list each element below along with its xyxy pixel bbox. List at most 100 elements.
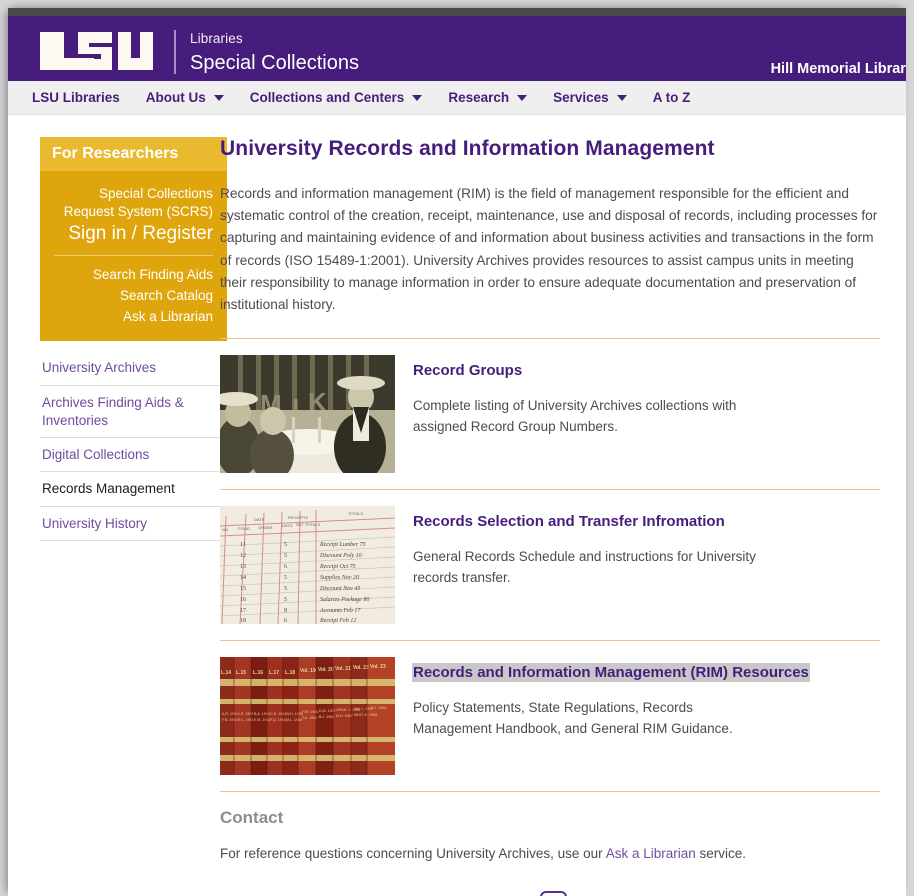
search-finding-aids-link[interactable]: Search Finding Aids bbox=[40, 264, 227, 285]
svg-text:Receipt Feb 12: Receipt Feb 12 bbox=[319, 618, 356, 624]
section-divider bbox=[220, 791, 880, 793]
svg-text:Accounts Feb 17: Accounts Feb 17 bbox=[319, 608, 361, 614]
sidebar-item-records-management[interactable]: Records Management bbox=[40, 472, 227, 507]
svg-text:11: 11 bbox=[240, 542, 246, 548]
card-body: Records Selection and Transfer Infromati… bbox=[413, 506, 773, 624]
card-title-records-selection-transfer[interactable]: Records Selection and Transfer Infromati… bbox=[413, 513, 725, 530]
nav-label: Collections and Centers bbox=[249, 90, 405, 105]
svg-text:6: 6 bbox=[284, 618, 287, 624]
svg-text:5: 5 bbox=[284, 542, 287, 548]
svg-text:ORDER: ORDER bbox=[258, 525, 273, 530]
svg-text:RECEIPTS: RECEIPTS bbox=[288, 515, 308, 520]
svg-text:A.R. 1951: A.R. 1951 bbox=[222, 712, 238, 716]
svg-text:5: 5 bbox=[284, 597, 287, 603]
main-column: University Records and Information Manag… bbox=[208, 115, 906, 896]
nav-item-services[interactable]: Services bbox=[553, 90, 627, 105]
resource-card: MIK Record Groups Complete listing of Un… bbox=[220, 355, 880, 475]
svg-text:B.J. 1966: B.J. 1966 bbox=[319, 715, 334, 719]
scrs-subtitle: Special Collections Request System (SCRS… bbox=[40, 171, 227, 221]
svg-text:5: 5 bbox=[284, 586, 287, 592]
search-catalog-link[interactable]: Search Catalog bbox=[40, 285, 227, 306]
sidebar-nav-list: University Archives Archives Finding Aid… bbox=[40, 351, 227, 541]
nav-item-about-us[interactable]: About Us bbox=[146, 90, 224, 105]
sidebar-item-digital-collections[interactable]: Digital Collections bbox=[40, 438, 227, 473]
contact-details: Assistant University Archivist bbox=[220, 891, 880, 896]
nav-item-a-to-z[interactable]: A to Z bbox=[653, 90, 691, 105]
scrs-line-1: Special Collections bbox=[98, 186, 213, 201]
card-title-record-groups[interactable]: Record Groups bbox=[413, 362, 522, 379]
svg-text:15: 15 bbox=[240, 586, 246, 592]
nav-item-research[interactable]: Research bbox=[448, 90, 528, 105]
svg-text:W.H. 1955: W.H. 1955 bbox=[286, 712, 303, 716]
for-researchers-heading: For Researchers bbox=[40, 137, 227, 171]
sidebar-item-university-history[interactable]: University History bbox=[40, 507, 227, 541]
sidebar-item-archives-finding-aids[interactable]: Archives Finding Aids & Inventories bbox=[40, 386, 227, 439]
brand-block[interactable]: Libraries Special Collections bbox=[34, 30, 359, 77]
svg-text:12: 12 bbox=[240, 553, 246, 559]
card-description: Complete listing of University Archives … bbox=[413, 397, 737, 435]
nav-item-lsu-libraries[interactable]: LSU Libraries bbox=[32, 90, 120, 105]
svg-text:Receipt Lumber 75: Receipt Lumber 75 bbox=[319, 542, 366, 548]
svg-text:14: 14 bbox=[240, 575, 246, 581]
scrs-line-2: Request System (SCRS) bbox=[63, 204, 213, 220]
svg-text:L.17: L.17 bbox=[269, 670, 279, 676]
svg-text:DAYS: DAYS bbox=[282, 523, 293, 528]
phone-row[interactable] bbox=[540, 891, 679, 896]
svg-text:R.T. 1960: R.T. 1960 bbox=[371, 706, 386, 710]
site-header: Libraries Special Collections Hill Memor… bbox=[8, 16, 906, 81]
for-researchers-panel: For Researchers Special Collections Requ… bbox=[40, 137, 227, 342]
chevron-down-icon bbox=[517, 94, 528, 101]
records-ledger-photo[interactable]: DATE RECEIPTS TOTALS NO. FOLIO ORDER DAYS NET… bbox=[220, 506, 395, 625]
ask-a-librarian-link[interactable]: Ask a Librarian bbox=[40, 306, 227, 327]
contact-icon-column: bcowan@lsu.edu bbox=[540, 891, 679, 896]
svg-text:L.14: L.14 bbox=[221, 670, 231, 676]
svg-text:6: 6 bbox=[284, 564, 287, 570]
svg-text:17: 17 bbox=[240, 608, 246, 614]
contact-text-after: service. bbox=[695, 846, 746, 862]
svg-text:16: 16 bbox=[240, 597, 246, 603]
chevron-down-icon bbox=[213, 94, 224, 101]
contact-role-label: Assistant University Archivist bbox=[220, 891, 540, 896]
svg-text:L.15: L.15 bbox=[236, 670, 246, 676]
phone-icon[interactable] bbox=[540, 891, 567, 896]
svg-text:M.L. 1964: M.L. 1964 bbox=[286, 718, 302, 722]
intro-paragraph: Records and information management (RIM)… bbox=[220, 186, 878, 312]
contact-text-before: For reference questions concerning Unive… bbox=[220, 846, 606, 862]
svg-text:13: 13 bbox=[240, 564, 246, 570]
svg-text:WHIT. A. 1968: WHIT. A. 1968 bbox=[354, 713, 377, 717]
svg-text:Vol. 23: Vol. 23 bbox=[370, 664, 386, 670]
card-description: General Records Schedule and instruction… bbox=[413, 548, 756, 586]
svg-text:K.M. 1962: K.M. 1962 bbox=[254, 718, 270, 722]
svg-text:Receipt Oct 75: Receipt Oct 75 bbox=[319, 564, 356, 570]
chevron-down-icon bbox=[412, 94, 423, 101]
svg-text:L.16: L.16 bbox=[253, 670, 263, 676]
svg-text:M.N. 1967: M.N. 1967 bbox=[336, 714, 353, 718]
nav-item-collections-and-centers[interactable]: Collections and Centers bbox=[250, 90, 423, 105]
lsu-logo-icon[interactable] bbox=[34, 30, 158, 77]
svg-text:5: 5 bbox=[284, 575, 287, 581]
bound-volumes-photo[interactable]: L.14 L.15 L.16 L.17 L.18 Vol. 19 Vol. 20 Vol.… bbox=[220, 657, 395, 776]
nav-label: A to Z bbox=[652, 90, 691, 105]
svg-text:Vol. 20: Vol. 20 bbox=[318, 667, 334, 673]
sidebar: For Researchers Special Collections Requ… bbox=[8, 115, 227, 896]
svg-text:Vol. 21: Vol. 21 bbox=[335, 666, 351, 672]
record-groups-photo[interactable]: MIK bbox=[220, 355, 395, 474]
hill-memorial-library-label[interactable]: Hill Memorial Library bbox=[771, 61, 906, 77]
svg-text:TOTALS: TOTALS bbox=[348, 511, 364, 516]
svg-text:8: 8 bbox=[284, 608, 287, 614]
svg-text:L.18: L.18 bbox=[285, 670, 295, 676]
card-body: Records and Information Management (RIM)… bbox=[413, 657, 809, 775]
ask-a-librarian-inline-link[interactable]: Ask a Librarian bbox=[606, 846, 696, 861]
card-title-rim-resources[interactable]: Records and Information Management (RIM)… bbox=[413, 664, 809, 682]
content-area: For Researchers Special Collections Requ… bbox=[8, 115, 906, 896]
brand-text: Libraries Special Collections bbox=[190, 30, 359, 73]
svg-text:F.N. 1960: F.N. 1960 bbox=[222, 718, 237, 722]
section-divider bbox=[220, 640, 880, 642]
nav-label: Services bbox=[553, 90, 609, 105]
svg-text:NO.: NO. bbox=[222, 527, 229, 532]
promo-divider bbox=[54, 255, 213, 257]
sidebar-item-university-archives[interactable]: University Archives bbox=[40, 351, 227, 386]
nav-label: About Us bbox=[145, 90, 206, 105]
sign-in-register-link[interactable]: Sign in / Register bbox=[40, 221, 227, 255]
card-body: Record Groups Complete listing of Univer… bbox=[413, 355, 773, 473]
